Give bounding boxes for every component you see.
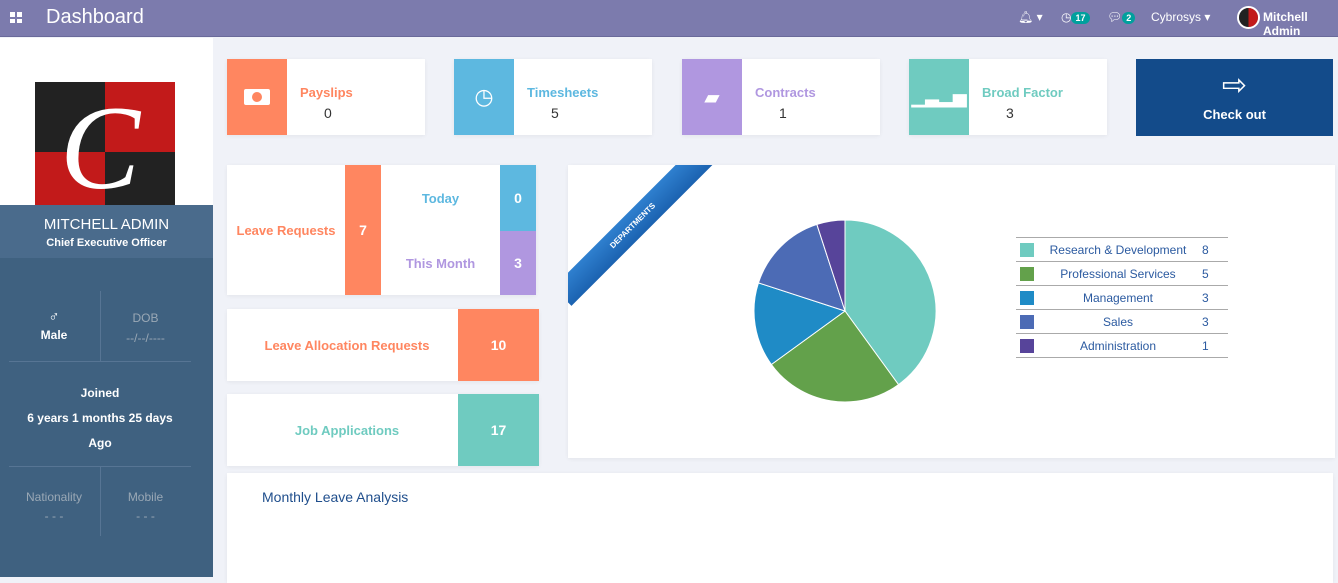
departments-legend: Research & Development 8 Professional Serv…	[1016, 237, 1228, 358]
legend-value: 8	[1198, 237, 1228, 262]
legend-row: Professional Services 5	[1016, 261, 1228, 286]
broad-factor-card[interactable]: ▁▃▂▅ Broad Factor 3	[909, 59, 1107, 135]
card-value: 1	[779, 105, 787, 121]
clock-icon: ◷	[1061, 10, 1072, 24]
card-value: 0	[324, 105, 332, 121]
timesheets-card[interactable]: ◷ Timesheets 5	[454, 59, 652, 135]
name-band: MITCHELL ADMIN Chief Executive Officer	[0, 205, 213, 258]
monthly-leave-card: Monthly Leave Analysis	[227, 473, 1333, 583]
joined-duration: 6 years 1 months 25 days	[27, 411, 173, 425]
nationality-label: Nationality	[25, 490, 83, 504]
apps-menu-icon[interactable]	[10, 12, 22, 23]
company-name: Cybrosys	[1151, 10, 1202, 24]
leave-allocation-label: Leave Allocation Requests	[264, 337, 430, 353]
card-value: 5	[551, 105, 559, 121]
clock-icon: ◷	[454, 59, 514, 135]
legend-row: Research & Development 8	[1016, 237, 1228, 262]
legend-swatch	[1020, 314, 1034, 329]
monthly-leave-title: Monthly Leave Analysis	[262, 489, 409, 505]
employee-name: MITCHELL ADMIN	[43, 216, 170, 233]
notification-bell-icon[interactable]: 🔔︎ ▾	[1018, 10, 1043, 24]
leave-requests-label: Leave Requests	[236, 222, 336, 238]
job-applications-label: Job Applications	[294, 422, 400, 438]
card-label: Broad Factor	[982, 85, 1063, 100]
activity-button[interactable]: ◷ 17	[1061, 10, 1090, 24]
legend-swatch	[1020, 242, 1034, 257]
card-label: Payslips	[300, 85, 353, 100]
contracts-card[interactable]: ▰ Contracts 1	[682, 59, 880, 135]
card-label: Contracts	[755, 85, 816, 100]
legend-label: Management	[1038, 285, 1198, 310]
messages-badge: 2	[1122, 12, 1136, 24]
job-applications-card[interactable]: Job Applications 17	[227, 394, 539, 466]
mobile-label: Mobile	[127, 490, 164, 504]
employee-job: Chief Executive Officer	[46, 237, 167, 249]
legend-row: Management 3	[1016, 285, 1228, 310]
job-applications-count: 17	[458, 394, 539, 466]
legend-label: Administration	[1038, 333, 1198, 358]
joined-ago: Ago	[88, 436, 112, 450]
dob-label: DOB	[132, 311, 159, 325]
legend-row: Sales 3	[1016, 309, 1228, 334]
gender-value: Male	[40, 328, 68, 342]
joined-label: Joined	[80, 386, 120, 400]
bar-chart-icon: ▁▃▂▅	[909, 59, 969, 135]
leave-allocation-card[interactable]: Leave Allocation Requests 10	[227, 309, 539, 381]
mobile-value: - - -	[136, 509, 155, 523]
card-value: 3	[1006, 105, 1014, 121]
leave-requests-card[interactable]: Leave Requests 7 Today 0 This Month 3	[227, 165, 536, 295]
employee-profile-sidebar: C MITCHELL ADMIN Chief Executive Officer…	[0, 38, 213, 577]
messages-button[interactable]: 💬︎ 2	[1107, 10, 1136, 24]
legend-value: 3	[1198, 285, 1228, 310]
company-switcher[interactable]: Cybrosys ▾	[1151, 10, 1210, 24]
leave-requests-count: 7	[345, 165, 381, 295]
legend-value: 1	[1198, 333, 1228, 358]
top-navbar: Dashboard 🔔︎ ▾ ◷ 17 💬︎ 2 Cybrosys ▾ Mitche…	[0, 0, 1338, 38]
legend-row: Administration 1	[1016, 333, 1228, 358]
legend-swatch	[1020, 266, 1034, 281]
leave-allocation-count: 10	[458, 309, 539, 381]
this-month-count: 3	[500, 231, 536, 295]
legend-value: 5	[1198, 261, 1228, 286]
check-out-label: Check out	[1203, 107, 1266, 122]
user-menu[interactable]: Mitchell Admin	[1263, 10, 1338, 38]
nationality-value: - - -	[44, 509, 64, 523]
check-out-button[interactable]: ⇨ Check out	[1136, 59, 1333, 136]
departments-card: DEPARTMENTS Research & Development 8 Profe…	[568, 165, 1335, 458]
dob-value: --/--/----	[126, 331, 165, 345]
legend-value: 3	[1198, 309, 1228, 334]
legend-swatch	[1020, 338, 1034, 353]
male-icon: ♂	[48, 308, 60, 325]
money-icon	[227, 59, 287, 135]
activity-badge: 17	[1071, 12, 1090, 24]
page-title: Dashboard	[46, 6, 144, 28]
book-icon: ▰	[682, 59, 742, 135]
employee-photo: C	[0, 38, 213, 208]
payslips-card[interactable]: Payslips 0	[227, 59, 425, 135]
chat-icon: 💬︎	[1107, 10, 1123, 24]
this-month-label: This Month	[405, 255, 476, 271]
legend-label: Sales	[1038, 309, 1198, 334]
legend-swatch	[1020, 290, 1034, 305]
legend-label: Professional Services	[1038, 261, 1198, 286]
sign-out-icon: ⇨	[1221, 69, 1248, 102]
today-label: Today	[421, 190, 460, 206]
user-avatar[interactable]	[1237, 6, 1260, 29]
today-count: 0	[500, 165, 536, 231]
card-label: Timesheets	[527, 85, 599, 100]
legend-label: Research & Development	[1038, 237, 1198, 262]
